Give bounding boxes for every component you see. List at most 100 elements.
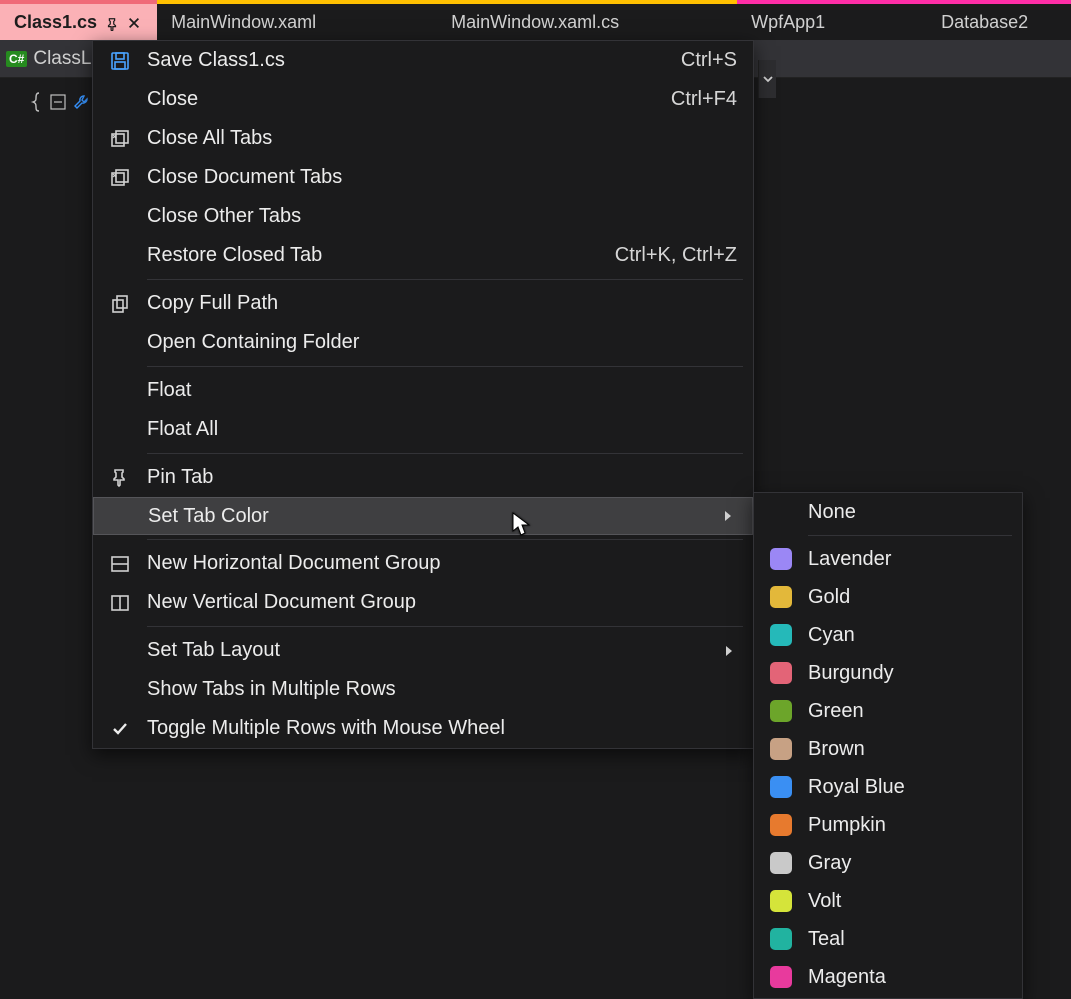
menu-restore-closed-tab[interactable]: Restore Closed Tab Ctrl+K, Ctrl+Z [93, 236, 753, 275]
split-vertical-icon [93, 592, 147, 614]
color-swatch-icon [770, 586, 792, 608]
color-label: Cyan [808, 624, 1008, 647]
color-swatch-icon [770, 738, 792, 760]
menu-label: Save Class1.cs [147, 49, 681, 72]
collapse-icon[interactable] [50, 94, 66, 110]
navbar-dropdown-icon[interactable] [758, 60, 776, 98]
tab-context-menu: Save Class1.cs Ctrl+S Close Ctrl+F4 Clos… [92, 40, 754, 749]
color-label: Burgundy [808, 662, 1008, 685]
menu-new-vertical-group[interactable]: New Vertical Document Group [93, 583, 753, 622]
color-brown[interactable]: Brown [754, 730, 1022, 768]
color-label: Volt [808, 890, 1008, 913]
menu-label: Pin Tab [147, 466, 737, 489]
save-icon [93, 50, 147, 72]
close-icon[interactable] [127, 14, 143, 30]
color-label: Teal [808, 928, 1008, 951]
color-swatch-icon [770, 928, 792, 950]
color-label: Royal Blue [808, 776, 1008, 799]
color-swatch-icon [770, 662, 792, 684]
tab-label: Class1.cs [14, 12, 97, 33]
menu-float[interactable]: Float [93, 371, 753, 410]
tab-color-submenu: None Lavender Gold Cyan Burgundy Green B… [753, 492, 1023, 999]
tab-mainwindow-xaml[interactable]: MainWindow.xaml [157, 0, 437, 40]
color-swatch-icon [770, 624, 792, 646]
menu-label: Set Tab Layout [147, 639, 721, 662]
color-gray[interactable]: Gray [754, 844, 1022, 882]
color-volt[interactable]: Volt [754, 882, 1022, 920]
menu-save[interactable]: Save Class1.cs Ctrl+S [93, 41, 753, 80]
check-icon [93, 720, 147, 738]
color-swatch-icon [770, 890, 792, 912]
color-teal[interactable]: Teal [754, 920, 1022, 958]
menu-label: Close [147, 88, 671, 111]
pin-icon[interactable] [105, 15, 119, 29]
color-cyan[interactable]: Cyan [754, 616, 1022, 654]
menu-label: Toggle Multiple Rows with Mouse Wheel [147, 717, 737, 740]
tab-class1[interactable]: Class1.cs [0, 0, 157, 40]
split-horizontal-icon [93, 553, 147, 575]
tab-label: Database2 [941, 12, 1028, 33]
tab-label: MainWindow.xaml.cs [451, 12, 619, 33]
menu-pin-tab[interactable]: Pin Tab [93, 458, 753, 497]
menu-toggle-rows-mouse-wheel[interactable]: Toggle Multiple Rows with Mouse Wheel [93, 709, 753, 748]
menu-label: Float All [147, 418, 737, 441]
menu-label: Close Other Tabs [147, 205, 737, 228]
menu-separator [754, 531, 1022, 540]
color-label: Pumpkin [808, 814, 1008, 837]
color-label: Gold [808, 586, 1008, 609]
tab-wpfapp1[interactable]: WpfApp1 [737, 0, 927, 40]
menu-label: New Horizontal Document Group [147, 552, 737, 575]
menu-label: Close All Tabs [147, 127, 737, 150]
tab-mainwindow-xaml-cs[interactable]: MainWindow.xaml.cs [437, 0, 737, 40]
close-all-icon [93, 128, 147, 150]
menu-float-all[interactable]: Float All [93, 410, 753, 449]
code-gutter-outline [30, 92, 90, 112]
tab-database2[interactable]: Database2 [927, 0, 1071, 40]
menu-new-horizontal-group[interactable]: New Horizontal Document Group [93, 544, 753, 583]
menu-separator [93, 622, 753, 631]
menu-set-tab-color[interactable]: Set Tab Color [93, 497, 753, 535]
color-swatch-icon [770, 814, 792, 836]
copy-icon [93, 293, 147, 315]
menu-label: Set Tab Color [148, 505, 720, 528]
menu-label: Close Document Tabs [147, 166, 737, 189]
menu-close-other-tabs[interactable]: Close Other Tabs [93, 197, 753, 236]
menu-shortcut: Ctrl+S [681, 49, 737, 72]
color-swatch-icon [770, 776, 792, 798]
editor-tab-strip: Class1.cs MainWindow.xaml MainWindow.xam… [0, 0, 1071, 40]
menu-open-containing-folder[interactable]: Open Containing Folder [93, 323, 753, 362]
color-label: Lavender [808, 548, 1008, 571]
quick-actions-icon[interactable] [72, 93, 90, 111]
brace-icon [30, 92, 44, 112]
menu-set-tab-layout[interactable]: Set Tab Layout [93, 631, 753, 670]
csharp-badge-icon: C# [6, 51, 27, 67]
menu-label: Float [147, 379, 737, 402]
color-burgundy[interactable]: Burgundy [754, 654, 1022, 692]
menu-label: Open Containing Folder [147, 331, 737, 354]
color-lavender[interactable]: Lavender [754, 540, 1022, 578]
menu-close-all-tabs[interactable]: Close All Tabs [93, 119, 753, 158]
menu-shortcut: Ctrl+F4 [671, 88, 737, 111]
color-magenta[interactable]: Magenta [754, 958, 1022, 996]
color-label: Green [808, 700, 1008, 723]
color-gold[interactable]: Gold [754, 578, 1022, 616]
color-swatch-icon [770, 852, 792, 874]
submenu-arrow-icon [721, 645, 737, 657]
menu-close-document-tabs[interactable]: Close Document Tabs [93, 158, 753, 197]
color-none[interactable]: None [754, 493, 1022, 531]
close-docs-icon [93, 167, 147, 189]
menu-separator [93, 362, 753, 371]
menu-show-tabs-multiple-rows[interactable]: Show Tabs in Multiple Rows [93, 670, 753, 709]
menu-close[interactable]: Close Ctrl+F4 [93, 80, 753, 119]
color-swatch-icon [770, 700, 792, 722]
project-breadcrumb[interactable]: ClassL [33, 48, 91, 70]
menu-separator [93, 535, 753, 544]
color-royal-blue[interactable]: Royal Blue [754, 768, 1022, 806]
color-green[interactable]: Green [754, 692, 1022, 730]
submenu-arrow-icon [720, 510, 736, 522]
color-label: Magenta [808, 966, 1008, 989]
color-pumpkin[interactable]: Pumpkin [754, 806, 1022, 844]
menu-label: Copy Full Path [147, 292, 737, 315]
color-label: Brown [808, 738, 1008, 761]
menu-copy-full-path[interactable]: Copy Full Path [93, 284, 753, 323]
